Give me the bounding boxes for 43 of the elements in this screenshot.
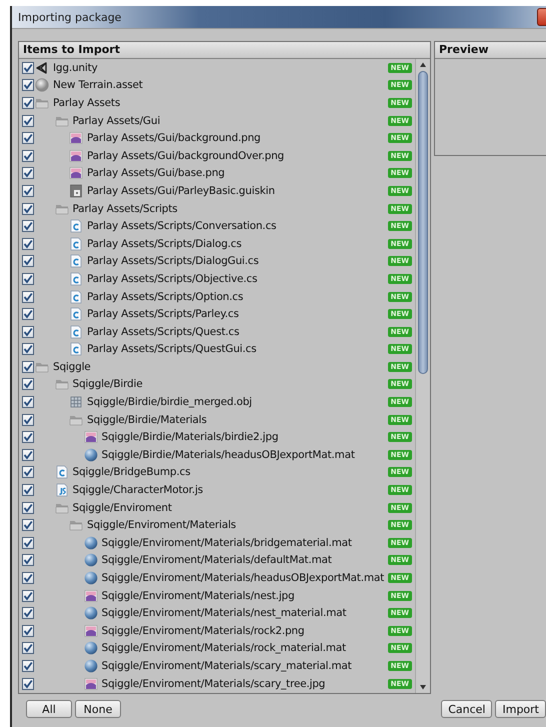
- asset-path: Parlay Assets/Gui: [72, 114, 160, 127]
- asset-path: Igg.unity: [53, 62, 98, 74]
- asset-path: Parlay Assets/Gui/ParleyBasic.guiskin: [87, 184, 275, 197]
- asset-path: Sqiggle/Enviroment/Materials/rock_material.mat: [102, 642, 346, 654]
- asset-path: New Terrain.asset: [53, 79, 143, 92]
- select-button[interactable]: All: [26, 700, 72, 718]
- dialog-button[interactable]: Cancel: [441, 700, 492, 718]
- asset-path: Sqiggle/Enviroment/Materials/nest_material.mat: [102, 607, 346, 620]
- asset-path: Sqiggle/Birdie/Materials: [87, 414, 207, 426]
- asset-path: Parlay Assets/Gui/base.png: [87, 167, 225, 180]
- asset-path: Sqiggle/Enviroment/Materials/rock2.png: [102, 624, 304, 637]
- asset-path: Sqiggle/Enviroment/Materials: [87, 519, 236, 532]
- asset-path: Parlay Assets/Scripts/QuestGui.cs: [87, 343, 256, 356]
- asset-path: Parlay Assets/Scripts/Dialog.cs: [87, 238, 242, 250]
- asset-path: Sqiggle/Enviroment/Materials/defaultMat.mat: [102, 554, 332, 566]
- asset-path: Sqiggle/Birdie/Materials/birdie2.jpg: [102, 431, 278, 444]
- window-title: Importing package: [18, 10, 122, 24]
- asset-path: Sqiggle/Enviroment/Materials/bridgematerial.mat: [102, 536, 352, 549]
- asset-path: Sqiggle/Birdie/Materials/headusOBJexportMat.mat: [102, 448, 355, 461]
- asset-path: Parlay Assets/Scripts/Parley.cs: [87, 308, 239, 320]
- panel-header: Preview: [435, 42, 546, 59]
- asset-path: Parlay Assets/Gui/background.png: [87, 132, 260, 144]
- asset-path: Sqiggle/Birdie: [72, 378, 142, 390]
- asset-path: Parlay Assets/Scripts/Objective.cs: [87, 272, 258, 285]
- asset-path: Sqiggle/Birdie/birdie_merged.obj: [87, 396, 252, 408]
- asset-path: Sqiggle/Enviroment/Materials/headusOBJexportMat.mat: [102, 572, 384, 584]
- select-button[interactable]: None: [75, 700, 121, 718]
- asset-path: Sqiggle: [53, 360, 91, 373]
- asset-path: Parlay Assets/Scripts/Option.cs: [87, 290, 244, 303]
- asset-path: Sqiggle/Enviroment/Materials/scary_tree.jpg: [102, 678, 326, 690]
- asset-path: Parlay Assets/Scripts/Conversation.cs: [87, 220, 276, 232]
- asset-path: Parlay Assets/Scripts/DialogGui.cs: [87, 255, 259, 268]
- asset-path: Parlay Assets: [53, 96, 120, 109]
- panel-header: Items to Import: [19, 42, 430, 59]
- asset-path: Parlay Assets/Gui/backgroundOver.png: [87, 150, 284, 162]
- asset-path: Sqiggle/CharacterMotor.js: [72, 484, 203, 496]
- asset-path: Parlay Assets/Scripts/Quest.cs: [87, 326, 240, 338]
- asset-path: Sqiggle/BridgeBump.cs: [72, 466, 190, 478]
- dialog-button[interactable]: Import: [495, 700, 546, 718]
- asset-path: Sqiggle/Enviroment/Materials/nest.jpg: [102, 590, 294, 602]
- asset-path: Sqiggle/Enviroment: [72, 502, 172, 514]
- asset-path: Sqiggle/Enviroment/Materials/scary_material.mat: [102, 660, 352, 672]
- asset-path: Parlay Assets/Scripts: [72, 202, 178, 215]
